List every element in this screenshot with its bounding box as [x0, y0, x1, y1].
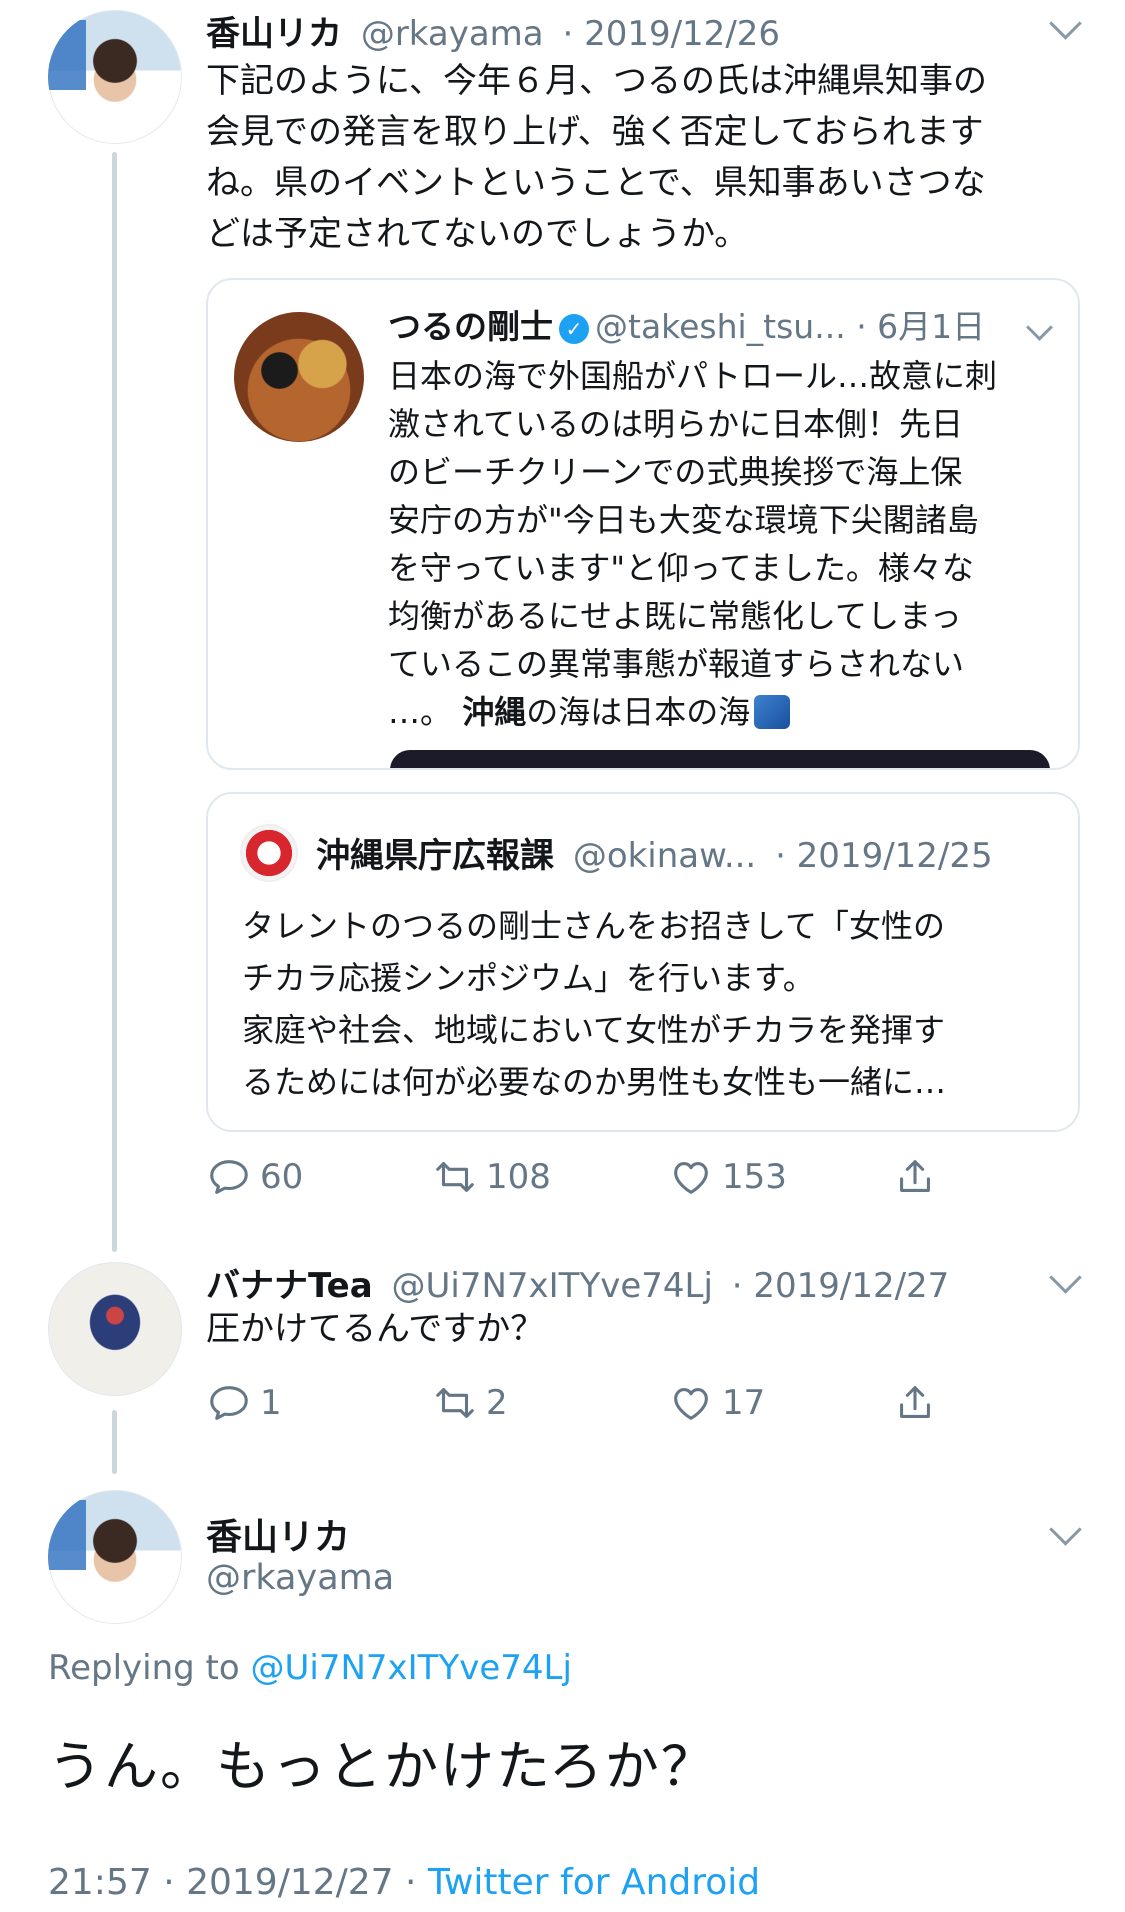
thread-line [112, 152, 117, 1252]
quoted-tweet-header: 沖縄県庁広報課 @okinaw... · 2019/12/25 [316, 828, 993, 877]
replying-to: Replying to @Ui7N7xITYve74Lj [48, 1648, 572, 1688]
tweet-text: 下記のように、今年６月、つるの氏は沖縄県知事の 会見での発言を取り上げ、強く否定… [206, 61, 987, 254]
avatar [242, 826, 296, 880]
chevron-down-icon[interactable] [1049, 1513, 1082, 1546]
author-name: 沖縄県庁広報課 [316, 836, 554, 876]
tweet-actions: 1 2 17 [206, 1380, 1086, 1430]
retweet-icon [436, 1162, 474, 1192]
wave-emoji-icon [754, 695, 791, 729]
like-count: 153 [722, 1157, 787, 1197]
retweet-count: 108 [486, 1157, 551, 1197]
avatar[interactable] [48, 10, 182, 144]
chevron-down-icon[interactable] [1049, 7, 1082, 40]
tweet-header: 香山リカ @rkayama · 2019/12/26 [206, 6, 780, 55]
author-name: つるの剛士 [388, 307, 553, 346]
retweet-icon [436, 1388, 474, 1418]
quoted-tweet-text: タレントのつるの剛士さんをお招きして「女性の チカラ応援シンポジウム」を行います… [242, 907, 947, 1101]
retweet-button[interactable]: 2 [432, 1380, 508, 1426]
share-button[interactable] [892, 1154, 946, 1200]
avatar[interactable] [48, 1490, 182, 1624]
like-button[interactable]: 153 [668, 1154, 787, 1200]
reply-icon [210, 1386, 248, 1420]
tweet-actions: 60 108 153 [206, 1154, 1086, 1204]
avatar [234, 312, 364, 442]
tweet-source-link[interactable]: Twitter for Android [428, 1862, 760, 1903]
tweet-thread-page: 香山リカ @rkayama · 2019/12/26 下記のように、今年６月、つ… [0, 0, 1125, 1912]
share-icon [900, 1160, 930, 1192]
author-handle[interactable]: @Ui7N7xITYve74Lj [392, 1266, 713, 1306]
avatar[interactable] [48, 1262, 182, 1396]
reply-icon [210, 1160, 248, 1194]
verified-badge-icon: ✓ [559, 314, 589, 344]
replying-label: Replying to [48, 1648, 240, 1688]
heart-icon [674, 1388, 708, 1420]
like-button[interactable]: 17 [668, 1380, 765, 1426]
quoted-tweet-header: つるの剛士 ✓ @takeshi_tsu... · 6月1日 [388, 300, 985, 348]
heart-icon [674, 1162, 708, 1194]
reply-count: 1 [260, 1383, 282, 1423]
tweet-text: 圧かけてるんですか？ [206, 1309, 545, 1349]
tweet-date[interactable]: · 2019/12/27 [732, 1266, 950, 1306]
tweet-meta: 21:57 · 2019/12/27 · Twitter for Android [48, 1862, 760, 1903]
author-handle: @takeshi_tsu... [595, 307, 846, 346]
reply-button[interactable]: 60 [206, 1154, 303, 1200]
tweet-date: · 6月1日 [856, 307, 986, 346]
quoted-tweet[interactable]: 沖縄県庁広報課 @okinaw... · 2019/12/25 タレントのつるの… [206, 792, 1080, 1132]
author-handle[interactable]: @rkayama [361, 14, 544, 54]
retweet-button[interactable]: 108 [432, 1154, 551, 1200]
author-name[interactable]: バナナTea [206, 1266, 373, 1306]
reply-count: 60 [260, 1157, 304, 1197]
tweet-header: バナナTea @Ui7N7xITYve74Lj · 2019/12/27 [206, 1258, 949, 1307]
author-handle: @okinaw... [572, 836, 757, 876]
tweet-date: · 2019/12/25 [775, 836, 993, 876]
author-name[interactable]: 香山リカ [206, 14, 342, 54]
quoted-tweet-text: 日本の海で外国船がパトロール…故意に刺 激されているのは明らかに日本側！先日 の… [388, 352, 1048, 736]
thread-line [112, 1410, 117, 1474]
reply-button[interactable]: 1 [206, 1380, 282, 1426]
share-button[interactable] [892, 1380, 946, 1426]
tweet-date[interactable]: · 2019/12/26 [562, 14, 780, 54]
share-icon [900, 1386, 930, 1418]
quoted-tweet-body: 日本の海で外国船がパトロール…故意に刺 激されているのは明らかに日本側！先日 の… [388, 357, 997, 731]
author-handle[interactable]: @rkayama [206, 1558, 394, 1598]
chevron-down-icon[interactable] [1049, 1261, 1082, 1294]
chevron-down-icon[interactable] [1026, 314, 1053, 341]
replying-handle-link[interactable]: @Ui7N7xITYve74Lj [251, 1648, 572, 1688]
quoted-tweet[interactable]: つるの剛士 ✓ @takeshi_tsu... · 6月1日 日本の海で外国船がパト… [206, 278, 1080, 770]
tweet-timestamp[interactable]: 21:57 · 2019/12/27 · [48, 1862, 416, 1903]
quoted-tweet-bold: 沖縄 [462, 693, 527, 731]
quoted-tweet-media[interactable] [390, 750, 1050, 768]
author-name[interactable]: 香山リカ [206, 1508, 350, 1560]
like-count: 17 [722, 1383, 766, 1423]
tweet-text: うん。もっとかけたろか？ [48, 1735, 717, 1798]
retweet-count: 2 [486, 1383, 508, 1423]
quoted-tweet-tail: の海は日本の海 [526, 693, 751, 731]
